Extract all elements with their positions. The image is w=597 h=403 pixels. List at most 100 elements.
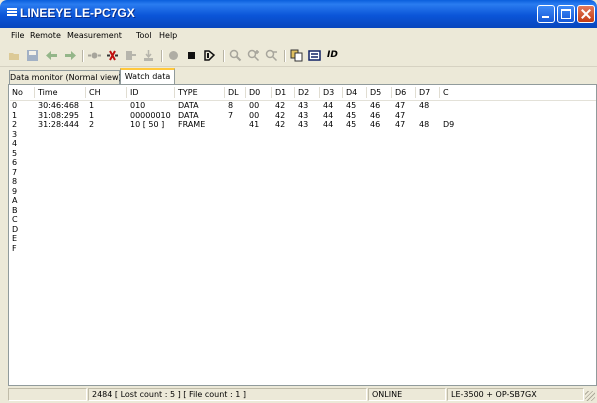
column-header-d5[interactable]: D5: [365, 87, 381, 98]
tab-watch-data[interactable]: Watch data: [120, 68, 175, 85]
cell-d7: 48: [419, 101, 430, 110]
window-title: LINEEYE LE-PC7GX: [20, 6, 135, 20]
disconnect-icon[interactable]: [106, 49, 119, 62]
table-row[interactable]: 4: [10, 139, 596, 149]
search-prev-icon[interactable]: [265, 49, 278, 62]
minimize-button[interactable]: [537, 5, 555, 23]
cell-dl: 7: [228, 110, 234, 120]
cell-time: 31:08:295: [38, 110, 80, 120]
cell-time: 31:28:444: [38, 120, 80, 129]
column-header-time[interactable]: Time: [34, 87, 58, 98]
toolbar-separator: [223, 50, 225, 62]
menu-bar: File Remote Measurement Tool Help: [0, 29, 597, 45]
cell-d3: 44: [323, 120, 334, 129]
trigger-icon[interactable]: [203, 49, 216, 62]
receive-icon[interactable]: [142, 49, 155, 62]
column-header-ch[interactable]: CH: [85, 87, 101, 98]
table-header: No Time CH ID TYPE DL D0 D1 D2 D3 D4 D5 D6 D7 C: [9, 86, 596, 101]
stop-icon[interactable]: [185, 49, 198, 62]
cell-d6: 47: [395, 101, 406, 110]
cell-no: 6: [12, 158, 18, 167]
table-row[interactable]: 1 31:08:295 1 00000010 DATA 7 00 42 43 44 45 46 47: [10, 110, 596, 121]
cell-id: 00000010: [130, 110, 171, 120]
transfer-icon[interactable]: [124, 49, 137, 62]
table-row[interactable]: F: [10, 243, 596, 254]
cell-d0: 00: [249, 101, 260, 110]
cell-c: D9: [443, 120, 455, 129]
cell-d2: 43: [298, 110, 309, 120]
column-header-d6[interactable]: D6: [390, 87, 406, 98]
table-row[interactable]: 3: [10, 130, 596, 140]
cell-d4: 45: [346, 110, 357, 120]
cell-type: DATA: [178, 101, 199, 110]
search-next-icon[interactable]: [247, 49, 260, 62]
open-icon[interactable]: [8, 49, 21, 62]
cell-d3: 44: [323, 101, 334, 110]
column-header-d3[interactable]: D3: [318, 87, 334, 98]
close-button[interactable]: [577, 5, 595, 23]
table-row[interactable]: 0 30:46:468 1 010 DATA 8 00 42 43 44 45 46 47 48: [10, 101, 596, 111]
cell-no: B: [12, 205, 18, 215]
cell-id: 10 [ 50 ]: [130, 120, 165, 129]
cell-no: 5: [12, 148, 18, 158]
connect-icon[interactable]: [88, 49, 101, 62]
maximize-button[interactable]: [557, 5, 575, 23]
table-row[interactable]: D: [10, 224, 596, 235]
toolbar-separator: [82, 50, 84, 62]
cell-no: 2: [12, 120, 18, 129]
table-row[interactable]: C: [10, 215, 596, 225]
save-icon[interactable]: [26, 49, 39, 62]
tab-data-monitor[interactable]: Data monitor (Normal view): [9, 70, 122, 85]
cell-no: E: [12, 234, 18, 243]
cell-no: D: [12, 224, 19, 234]
column-header-no[interactable]: No: [9, 87, 23, 98]
title-bar[interactable]: LINEEYE LE-PC7GX: [0, 0, 597, 28]
table-row[interactable]: A: [10, 196, 596, 206]
column-header-id[interactable]: ID: [126, 87, 139, 98]
table-row[interactable]: B: [10, 205, 596, 216]
menu-tool[interactable]: Tool: [136, 31, 152, 40]
table-row[interactable]: 8: [10, 177, 596, 187]
menu-measurement[interactable]: Measurement: [67, 31, 122, 40]
cell-type: FRAME: [178, 120, 206, 129]
table-row[interactable]: 7: [10, 168, 596, 178]
id-filter-button[interactable]: ID: [327, 50, 338, 60]
column-header-d4[interactable]: D4: [341, 87, 357, 98]
column-header-c[interactable]: C: [439, 87, 449, 98]
cell-no: 1: [12, 110, 18, 120]
column-header-d0[interactable]: D0: [244, 87, 260, 98]
cell-d1: 42: [275, 120, 286, 129]
column-header-d7[interactable]: D7: [414, 87, 430, 98]
table-row[interactable]: E: [10, 234, 596, 244]
record-icon[interactable]: [167, 49, 180, 62]
cell-no: A: [12, 196, 18, 205]
column-header-type[interactable]: TYPE: [174, 87, 198, 98]
cell-no: F: [12, 243, 17, 253]
table-row[interactable]: 9: [10, 187, 596, 197]
menu-help[interactable]: Help: [159, 31, 177, 40]
menu-file[interactable]: File: [11, 31, 24, 40]
menu-remote[interactable]: Remote: [30, 31, 61, 40]
cell-d5: 46: [370, 101, 381, 110]
forward-arrow-icon[interactable]: [64, 49, 77, 62]
app-icon[interactable]: [7, 8, 17, 19]
column-header-dl[interactable]: DL: [224, 87, 239, 98]
resize-grip[interactable]: [585, 391, 595, 401]
table-row[interactable]: 2 31:28:444 2 10 [ 50 ] FRAME 41 42 43 44 45 46 47 4…: [10, 120, 596, 130]
list-view-icon[interactable]: [308, 49, 321, 62]
copy-icon[interactable]: [290, 49, 303, 62]
cell-type: DATA: [178, 110, 199, 120]
table-row[interactable]: 6: [10, 158, 596, 168]
column-header-d2[interactable]: D2: [293, 87, 309, 98]
search-icon[interactable]: [229, 49, 242, 62]
cell-no: 4: [12, 139, 18, 148]
cell-d6: 47: [395, 120, 406, 129]
table-row[interactable]: 5: [10, 148, 596, 159]
cell-d4: 45: [346, 101, 357, 110]
cell-d5: 46: [370, 120, 381, 129]
back-arrow-icon[interactable]: [45, 49, 58, 62]
cell-d6: 47: [395, 110, 406, 120]
cell-d2: 43: [298, 101, 309, 110]
cell-ch: 1: [89, 110, 95, 120]
column-header-d1[interactable]: D1: [270, 87, 286, 98]
